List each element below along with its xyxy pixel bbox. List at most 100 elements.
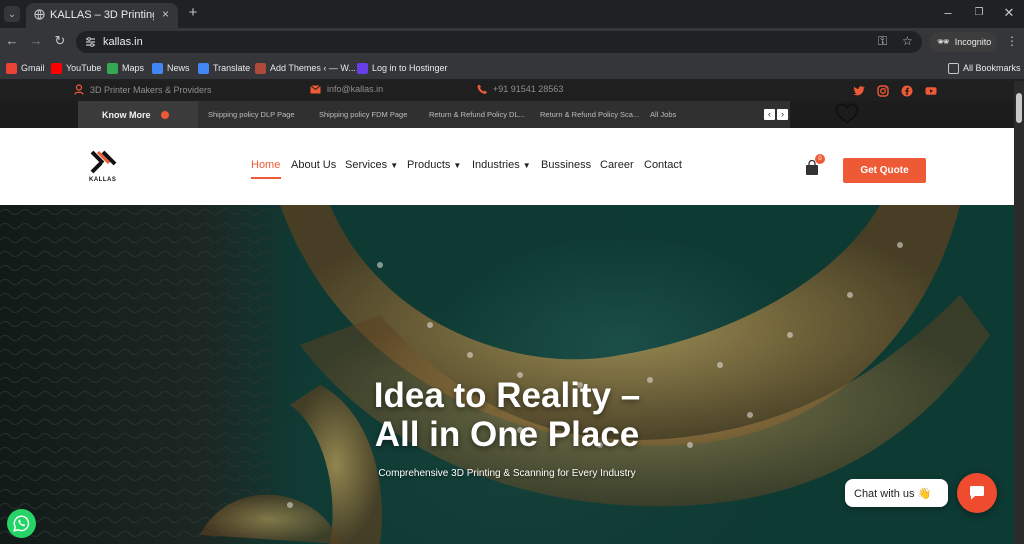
password-key-icon[interactable]: ⚿: [878, 34, 887, 49]
tagline: 3D Printer Makers & Providers: [74, 84, 212, 95]
ticker-next-icon[interactable]: ›: [777, 109, 788, 120]
url-text: kallas.in: [103, 36, 143, 48]
cart-button[interactable]: 0: [805, 154, 825, 178]
all-bookmarks-label: All Bookmarks: [963, 63, 1021, 73]
scrollbar-thumb[interactable]: [1016, 93, 1022, 123]
bookmark-gmail[interactable]: Gmail: [6, 61, 45, 75]
ticker-item[interactable]: Return & Refund Policy DL...: [429, 110, 525, 119]
nav-about-us[interactable]: About Us: [291, 159, 336, 171]
facebook-icon[interactable]: [901, 85, 913, 97]
hostinger-icon: [357, 62, 368, 74]
browser-menu-icon[interactable]: ⋮: [1004, 34, 1020, 50]
bookmarks-bar: Gmail YouTube Maps News Translate Add Th…: [0, 56, 1024, 80]
nav-contact[interactable]: Contact: [644, 159, 682, 171]
youtube-icon: [51, 62, 62, 74]
nav-label: About Us: [291, 159, 337, 171]
nav-label: Services: [345, 159, 388, 171]
cart-count-badge: 0: [815, 154, 825, 164]
incognito-label: Incognito: [954, 37, 992, 47]
nav-label: Home: [251, 159, 281, 171]
bookmark-label: News: [167, 63, 190, 73]
nav-industries[interactable]: Industries ▼: [472, 159, 531, 171]
new-tab-icon[interactable]: +: [185, 5, 201, 22]
whatsapp-button[interactable]: [7, 509, 36, 538]
whatsapp-icon: [13, 515, 30, 532]
twitter-icon[interactable]: [853, 85, 865, 97]
nav-label: Bussiness: [541, 159, 592, 171]
chat-label: Chat with us 👋: [854, 487, 932, 500]
close-window-icon[interactable]: ✕: [1001, 6, 1017, 22]
hero-subtitle: Comprehensive 3D Printing & Scanning for…: [378, 468, 636, 479]
ticker-item[interactable]: Shipping policy DLP Page: [208, 110, 295, 119]
bookmark-star-icon[interactable]: ☆: [902, 34, 913, 48]
know-more-button[interactable]: Know More: [78, 101, 198, 128]
bookmark-news[interactable]: News: [152, 61, 190, 75]
all-bookmarks[interactable]: All Bookmarks: [948, 61, 1021, 75]
hero-title-line1: Idea to Reality –: [373, 376, 641, 415]
main-navbar: KALLAS Home About Us Services ▼ Products ▼…: [0, 128, 1014, 205]
chevron-down-icon: ▼: [390, 161, 399, 170]
envelope-icon: [310, 84, 321, 93]
nav-career[interactable]: Career: [600, 159, 634, 171]
nav-label: Industries: [472, 159, 520, 171]
bookmark-label: Translate: [213, 63, 251, 73]
bookmark-label: YouTube: [66, 63, 102, 73]
nav-label: Career: [600, 159, 634, 171]
ticker-prev-icon[interactable]: ‹: [764, 109, 775, 120]
phone-icon: [477, 84, 487, 94]
restore-icon[interactable]: ❐: [971, 6, 987, 22]
site-settings-icon[interactable]: [85, 37, 96, 47]
phone-text: +91 91541 28563: [493, 84, 564, 94]
forward-icon[interactable]: →: [28, 34, 44, 50]
bookmark-label: Add Themes ‹ — W...: [270, 63, 356, 73]
bookmark-hostinger[interactable]: Log in to Hostinger: [357, 61, 448, 75]
minimize-icon[interactable]: –: [940, 6, 956, 22]
live-dot-icon: [160, 110, 169, 119]
tab-close-icon[interactable]: ×: [162, 7, 169, 21]
kallas-logo[interactable]: KALLAS: [84, 150, 124, 188]
youtube-social-icon[interactable]: [925, 85, 937, 97]
tagline-text: 3D Printer Makers & Providers: [90, 84, 212, 95]
incognito-icon: 🕶: [937, 36, 950, 48]
address-bar[interactable]: kallas.in ⚿ ☆: [76, 31, 922, 53]
chat-with-us-bubble[interactable]: Chat with us 👋: [845, 479, 948, 507]
chevron-down-icon: ▼: [522, 161, 531, 170]
nav-services[interactable]: Services ▼: [345, 159, 398, 171]
email-text: info@kallas.in: [327, 84, 384, 94]
nav-bussiness[interactable]: Bussiness: [541, 159, 591, 171]
nav-label: Contact: [644, 159, 682, 171]
heart-icon[interactable]: [835, 103, 859, 124]
email-contact[interactable]: info@kallas.in: [310, 84, 383, 94]
bookmark-translate[interactable]: Translate: [198, 61, 250, 75]
ticker-item[interactable]: All Jobs: [650, 110, 676, 119]
ticker-item[interactable]: Shipping policy FDM Page: [319, 110, 407, 119]
top-info-bar: 3D Printer Makers & Providers info@kalla…: [0, 81, 1014, 101]
reload-icon[interactable]: ↻: [52, 34, 68, 50]
globe-icon: [34, 9, 45, 20]
browser-tab[interactable]: KALLAS – 3D Printing & Manufa ×: [26, 3, 178, 28]
ticker-band: Shipping policy DLP Page Shipping policy…: [198, 101, 790, 128]
ticker-item[interactable]: Return & Refund Policy Sca...: [540, 110, 639, 119]
bookmark-add-themes[interactable]: Add Themes ‹ — W...: [255, 61, 356, 75]
know-more-label: Know More: [102, 109, 151, 120]
nav-products[interactable]: Products ▼: [407, 159, 461, 171]
bookmark-label: Log in to Hostinger: [372, 63, 448, 73]
bookmark-maps[interactable]: Maps: [107, 61, 144, 75]
incognito-badge[interactable]: 🕶 Incognito: [929, 32, 997, 52]
browser-toolbar: ← → ↻ kallas.in ⚿ ☆ 🕶 Incognito ⋮: [0, 28, 1024, 56]
hero-title-line2: All in One Place: [374, 415, 640, 454]
page-scrollbar[interactable]: [1014, 81, 1024, 544]
nav-label: Products: [407, 159, 451, 171]
phone-contact[interactable]: +91 91541 28563: [477, 84, 563, 94]
nav-home[interactable]: Home: [251, 159, 281, 179]
tab-title: KALLAS – 3D Printing & Manufa: [50, 9, 154, 21]
chat-bubble-icon: [970, 486, 984, 500]
instagram-icon[interactable]: [877, 85, 889, 97]
tab-search-icon[interactable]: ⌄: [4, 6, 20, 22]
kallas-logo-mark: [90, 150, 117, 174]
get-quote-button[interactable]: Get Quote: [843, 158, 926, 183]
bookmark-youtube[interactable]: YouTube: [51, 61, 101, 75]
chat-launcher-button[interactable]: [957, 473, 997, 513]
logo-text: KALLAS: [89, 177, 117, 183]
back-icon[interactable]: ←: [4, 34, 20, 50]
